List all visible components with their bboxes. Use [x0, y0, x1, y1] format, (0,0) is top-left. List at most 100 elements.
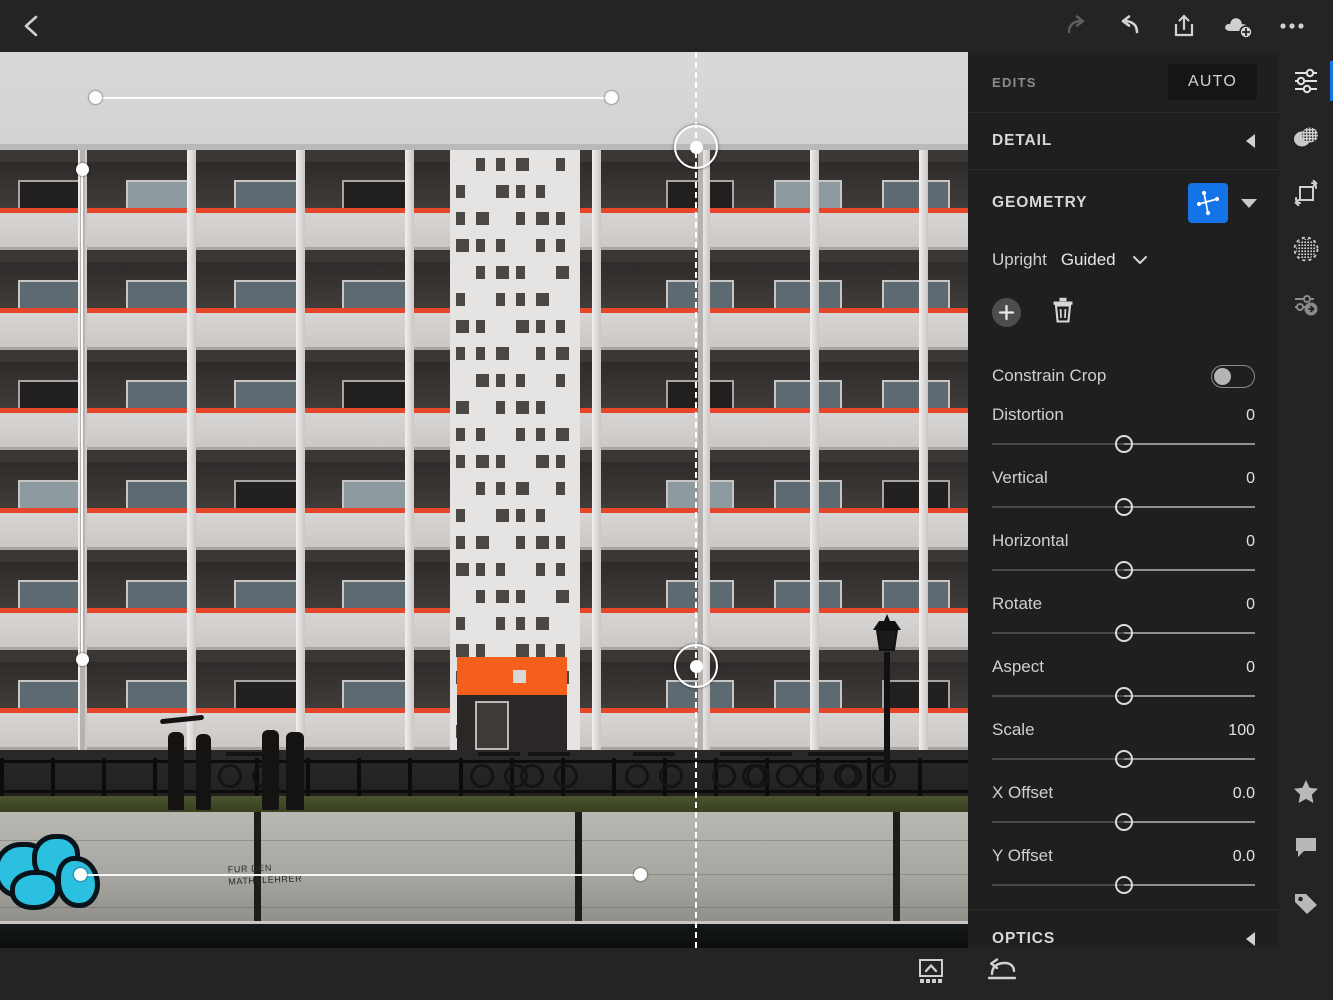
slider-track-left	[992, 821, 1124, 823]
reset-button[interactable]	[985, 958, 1019, 989]
masking-icon	[1292, 235, 1320, 263]
slider-thumb[interactable]	[1115, 876, 1133, 894]
slider-thumb[interactable]	[1115, 813, 1133, 831]
slider-label: X Offset	[992, 783, 1053, 803]
slider-thumb[interactable]	[1115, 498, 1133, 516]
constrain-crop-toggle[interactable]	[1211, 365, 1255, 388]
delete-guides-button[interactable]	[1051, 296, 1075, 329]
guide-knob-bottom[interactable]	[674, 644, 718, 688]
slider-label: Rotate	[992, 594, 1042, 614]
section-title-geometry: GEOMETRY	[992, 194, 1087, 212]
upright-label: Upright	[992, 250, 1047, 270]
section-header-detail[interactable]: DETAIL	[968, 113, 1279, 170]
rail-item-crop[interactable]	[1279, 166, 1333, 220]
slider-track-left	[992, 632, 1124, 634]
guided-upright-overlay[interactable]	[0, 52, 968, 948]
collapse-arrow-icon	[1246, 134, 1255, 148]
photo-canvas[interactable]: FUR DEN MATHELEHRER	[0, 52, 968, 948]
slider-rotate: Rotate 0	[968, 594, 1279, 646]
redo-button[interactable]	[1049, 0, 1103, 52]
slider-track-right	[1124, 884, 1256, 886]
geometry-expand-caret-icon[interactable]	[1241, 199, 1257, 208]
slider-track-left	[992, 569, 1124, 571]
guide-line-2[interactable]	[695, 52, 697, 948]
rail-item-comments[interactable]	[1279, 820, 1333, 874]
slider-track[interactable]	[992, 431, 1255, 457]
guide-handle-3b[interactable]	[76, 653, 89, 666]
slider-header: Y Offset0.0	[992, 846, 1255, 866]
guide-line-3[interactable]	[81, 169, 83, 659]
rail-item-masking[interactable]	[1279, 222, 1333, 276]
slider-thumb[interactable]	[1115, 561, 1133, 579]
slider-y-offset: Y Offset0.0	[968, 846, 1279, 898]
slider-value: 0	[1246, 659, 1255, 677]
guide-handle-4b[interactable]	[634, 868, 647, 881]
rail-item-rating[interactable]	[1279, 764, 1333, 818]
trash-icon	[1051, 296, 1075, 324]
slider-thumb[interactable]	[1115, 750, 1133, 768]
upright-row: Upright Guided	[968, 236, 1279, 284]
guide-handle-1a[interactable]	[89, 91, 102, 104]
chevron-down-icon[interactable]	[1132, 255, 1148, 265]
add-guide-button[interactable]	[992, 298, 1021, 327]
healing-brush-icon	[1292, 124, 1320, 150]
slider-header: Rotate 0	[992, 594, 1255, 614]
slider-aspect: Aspect0	[968, 657, 1279, 709]
auto-button[interactable]: AUTO	[1168, 64, 1257, 100]
rail-item-edit[interactable]	[1279, 54, 1333, 108]
slider-track[interactable]	[992, 557, 1255, 583]
guide-line-1[interactable]	[95, 97, 611, 99]
slider-track-right	[1124, 632, 1256, 634]
section-title-detail: DETAIL	[992, 132, 1052, 150]
slider-value: 100	[1228, 722, 1255, 740]
slider-track[interactable]	[992, 620, 1255, 646]
geometry-sliders: Distortion0Vertical0Horizontal0Rotate0As…	[968, 405, 1279, 898]
guide-knob-top[interactable]	[674, 125, 718, 169]
lightroom-editor-window: FUR DEN MATHELEHRER	[0, 0, 1333, 1000]
more-options-button[interactable]	[1265, 0, 1319, 52]
undo-button[interactable]	[1103, 0, 1157, 52]
rail-item-keywords[interactable]	[1279, 876, 1333, 930]
share-button[interactable]	[1157, 0, 1211, 52]
slider-header: Vertical0	[992, 468, 1255, 488]
crop-icon	[1292, 179, 1320, 207]
guide-actions-row	[968, 284, 1279, 337]
guide-handle-3a[interactable]	[76, 163, 89, 176]
cloud-add-icon	[1222, 13, 1254, 39]
slider-track[interactable]	[992, 494, 1255, 520]
edits-panel: EDITS AUTO DETAIL GEOMETRY	[968, 52, 1279, 1000]
slider-value: 0	[1246, 533, 1255, 551]
filmstrip-toggle-button[interactable]	[916, 958, 946, 991]
slider-scale: Scale100	[968, 720, 1279, 772]
slider-track-right	[1124, 821, 1256, 823]
section-header-geometry[interactable]: GEOMETRY	[968, 170, 1279, 236]
slider-track[interactable]	[992, 809, 1255, 835]
edits-panel-header: EDITS AUTO	[968, 52, 1279, 113]
rail-item-healing[interactable]	[1279, 110, 1333, 164]
upright-value[interactable]: Guided	[1061, 250, 1116, 270]
slider-track[interactable]	[992, 683, 1255, 709]
slider-track-left	[992, 443, 1124, 445]
guided-upright-tool-button[interactable]	[1188, 183, 1228, 223]
slider-track-left	[992, 884, 1124, 886]
guide-handle-4a[interactable]	[74, 868, 87, 881]
rail-item-presets[interactable]	[1279, 278, 1333, 332]
slider-thumb[interactable]	[1115, 687, 1133, 705]
slider-header: X Offset0.0	[992, 783, 1255, 803]
slider-value: 0	[1246, 596, 1255, 614]
slider-vertical: Vertical0	[968, 468, 1279, 520]
slider-thumb[interactable]	[1115, 624, 1133, 642]
slider-value: 0.0	[1233, 848, 1255, 866]
slider-label: Distortion	[992, 405, 1064, 425]
slider-track[interactable]	[992, 872, 1255, 898]
slider-thumb[interactable]	[1115, 435, 1133, 453]
slider-track-right	[1124, 758, 1256, 760]
slider-track[interactable]	[992, 746, 1255, 772]
cloud-add-button[interactable]	[1211, 0, 1265, 52]
tag-icon	[1293, 891, 1319, 915]
guide-line-4[interactable]	[80, 874, 640, 876]
constrain-crop-row: Constrain Crop	[968, 347, 1279, 405]
guide-handle-1b[interactable]	[605, 91, 618, 104]
filmstrip-icon	[916, 958, 946, 986]
back-button[interactable]	[0, 0, 62, 52]
